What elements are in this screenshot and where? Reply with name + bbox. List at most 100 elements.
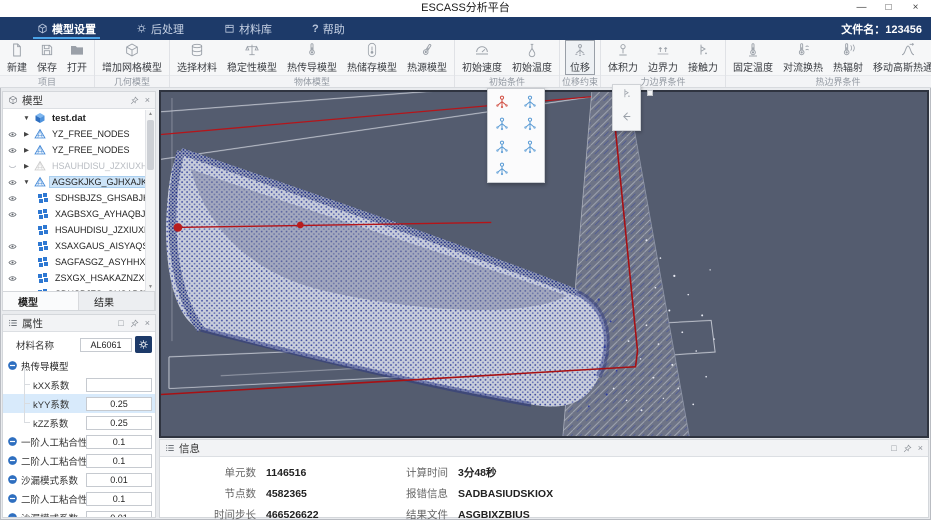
collapse-arrow-icon[interactable]: ▼ [22, 115, 31, 122]
property-value-input[interactable]: 0.25 [86, 415, 152, 430]
constraint-fix-all-option[interactable] [491, 92, 513, 112]
title-bar: ESCASS分析平台 — □ × [0, 0, 931, 17]
scroll-up-icon[interactable]: ▲ [146, 111, 155, 117]
pin-icon[interactable] [130, 96, 139, 105]
toolbar-button-initial-velocity[interactable]: 初始速度 [457, 40, 507, 75]
tree-item[interactable]: ▶ HSAUHDISU_JZXIUXHAHX [3, 158, 145, 174]
tree-item[interactable]: ▼ AGSGKJKG_GJHXAJKHXA [3, 174, 145, 190]
collapse-circle-icon[interactable] [7, 360, 18, 371]
property-value-input[interactable]: 0.25 [86, 396, 152, 411]
pin-icon[interactable] [130, 319, 139, 328]
toolbar-button-convection[interactable]: 对流换热 [778, 40, 828, 75]
visibility-toggle[interactable] [6, 162, 19, 171]
property-value-input[interactable]: 0.1 [86, 434, 152, 449]
panel-close-icon[interactable]: × [145, 318, 150, 328]
toolbar-group: 增加网格模型 几何模型 [95, 40, 170, 87]
tree-item[interactable]: ZSXGX_HSAKAZNZXK_AHASX [3, 270, 145, 286]
tree-item[interactable]: SDHSBJZS_GHSABJHB_ZAHU [3, 190, 145, 206]
collapse-circle-icon[interactable] [7, 512, 18, 517]
property-value-input[interactable]: 0.01 [86, 472, 152, 487]
constraint-xz-option[interactable] [491, 159, 513, 179]
visibility-toggle[interactable] [6, 210, 19, 219]
expand-arrow-icon[interactable]: ▶ [22, 162, 31, 170]
info-list-icon [165, 443, 175, 453]
contact-arrow-option[interactable] [620, 110, 633, 128]
property-value-input[interactable]: 0.1 [86, 491, 152, 506]
collapse-circle-icon[interactable] [7, 474, 18, 485]
toolbar-button-stability-model[interactable]: 稳定性模型 [222, 40, 282, 75]
property-value-input[interactable]: 0.01 [86, 510, 152, 517]
toolbar-button-contact-force[interactable]: 接触力 [683, 40, 723, 75]
scroll-down-icon[interactable]: ▼ [146, 284, 155, 290]
tree-item[interactable]: SAGFASGZ_ASYHHXSN [3, 254, 145, 270]
visibility-toggle[interactable] [6, 130, 19, 139]
panel-close-icon[interactable]: × [918, 443, 923, 453]
constraint-xy-option[interactable] [491, 137, 513, 157]
toolbar-button-new-file[interactable]: 新建 [2, 40, 32, 75]
pin-icon[interactable] [903, 444, 912, 453]
dropdown-detach-handle[interactable] [647, 90, 653, 96]
toolbar-button-initial-temperature[interactable]: 初始温度 [507, 40, 557, 75]
toolbar-button-add-mesh[interactable]: 增加网格模型 [97, 40, 167, 75]
visibility-toggle[interactable] [6, 242, 19, 251]
property-value-input[interactable] [86, 377, 152, 392]
visibility-toggle[interactable] [6, 274, 19, 283]
tree-item-label: SDHSBJZS_GHSABJHB_ZAHU [55, 193, 145, 203]
prism-icon [34, 128, 46, 140]
panel-close-icon[interactable]: × [145, 95, 150, 105]
collapse-circle-icon[interactable] [7, 455, 18, 466]
tree-item[interactable]: ▼ test.dat [3, 110, 145, 126]
toolbar-button-boundary-force[interactable]: 边界力 [643, 40, 683, 75]
collapse-arrow-icon[interactable]: ▼ [22, 179, 31, 186]
minimize-icon[interactable]: — [848, 0, 875, 17]
property-value-input[interactable]: AL6061 [80, 337, 132, 352]
tree-item[interactable]: HSAUHDISU_JZXIUXHAHX [3, 222, 145, 238]
menu-item-model-settings[interactable]: 模型设置 [30, 17, 103, 40]
toolbar-button-heat-conduction[interactable]: 热传导模型 [282, 40, 342, 75]
info-label: 报错信息 [406, 488, 448, 500]
tab-result[interactable]: 结果 [79, 292, 155, 310]
toolbar-button-heat-source[interactable]: 热源模型 [402, 40, 452, 75]
toolbar-button-radiation[interactable]: 热辐射 [828, 40, 868, 75]
toolbar-group: 固定温度对流换热热辐射移动高斯热通量热边界条件 [726, 40, 931, 87]
visibility-toggle[interactable] [6, 178, 19, 187]
property-value-input[interactable]: 0.1 [86, 453, 152, 468]
tree-scrollbar[interactable]: ▲ ▼ [145, 110, 155, 291]
toolbar-button-fixed-temperature[interactable]: 固定温度 [728, 40, 778, 75]
collapse-circle-icon[interactable] [7, 493, 18, 504]
toolbar-button-select-material[interactable]: 选择材料 [172, 40, 222, 75]
toolbar-button-heat-storage[interactable]: 热储存模型 [342, 40, 402, 75]
menu-item-post-process[interactable]: 后处理 [129, 17, 191, 40]
collapse-circle-icon[interactable] [7, 436, 18, 447]
constraint-x-option[interactable] [519, 92, 541, 112]
visibility-toggle[interactable] [6, 258, 19, 267]
menu-item-help[interactable]: ? 帮助 [305, 17, 352, 40]
constraint-y-option[interactable] [491, 114, 513, 134]
toolbar-button-displacement[interactable]: 位移 [565, 40, 595, 75]
toolbar-button-save[interactable]: 保存 [32, 40, 62, 75]
menu-item-material-library[interactable]: 材料库 [217, 17, 279, 40]
panel-maximize-icon[interactable]: □ [891, 443, 896, 453]
visibility-toggle[interactable] [6, 146, 19, 155]
tree-item[interactable]: XAGBSXG_AYHAQBJ [3, 206, 145, 222]
property-row: 沙漏模式系数 0.01 [3, 508, 155, 517]
expand-arrow-icon[interactable]: ▶ [22, 146, 31, 154]
tree-item-label: HSAUHDISU_JZXIUXHAHX [52, 161, 145, 171]
panel-maximize-icon[interactable]: □ [118, 318, 123, 328]
toolbar-button-body-force[interactable]: 体积力 [603, 40, 643, 75]
scroll-thumb[interactable] [147, 120, 154, 170]
material-settings-button[interactable] [135, 336, 152, 353]
constraint-z-option[interactable] [519, 114, 541, 134]
expand-arrow-icon[interactable]: ▶ [22, 130, 31, 138]
tree-item[interactable]: ▶ YZ_FREE_NODES [3, 126, 145, 142]
maximize-icon[interactable]: □ [875, 0, 902, 17]
constraint-yz-option[interactable] [519, 137, 541, 157]
close-icon[interactable]: × [902, 0, 929, 17]
tab-model[interactable]: 模型 [3, 292, 79, 310]
contact-force-option[interactable] [620, 87, 633, 105]
toolbar-button-open-folder[interactable]: 打开 [62, 40, 92, 75]
tree-item[interactable]: XSAXGAUS_AISYAQSH_ASHX [3, 238, 145, 254]
toolbar-button-gauss-flux[interactable]: 移动高斯热通量 [868, 40, 931, 75]
visibility-toggle[interactable] [6, 194, 19, 203]
tree-item[interactable]: ▶ YZ_FREE_NODES [3, 142, 145, 158]
